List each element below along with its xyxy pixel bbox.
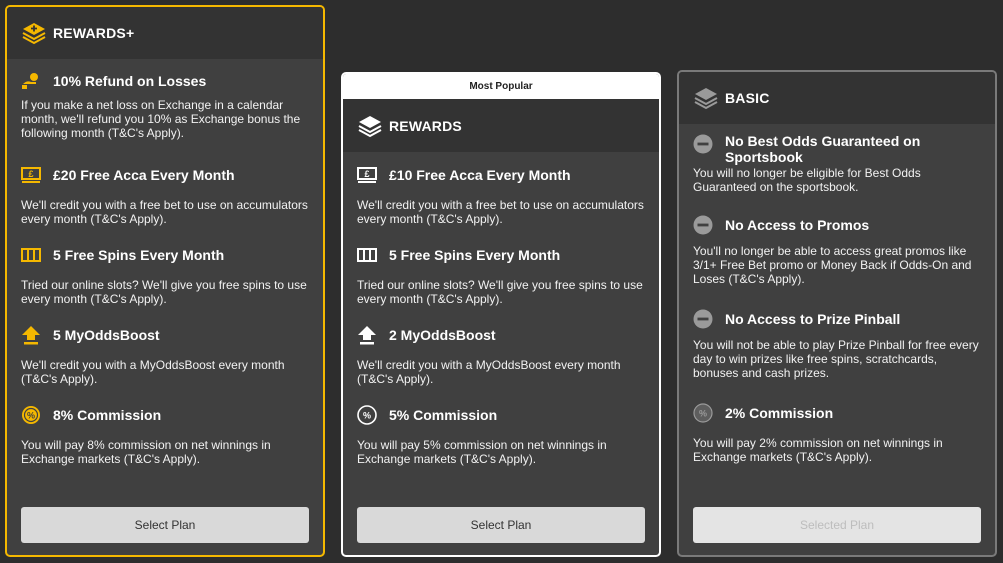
- plan-title: BASIC: [725, 90, 770, 106]
- feature-description: You'll no longer be able to access great…: [693, 244, 972, 286]
- minus-circle-icon: [693, 134, 713, 154]
- percent-icon: %: [357, 405, 377, 425]
- svg-text:£: £: [28, 169, 33, 179]
- refund-icon: [22, 73, 38, 89]
- select-plan-button[interactable]: Select Plan: [357, 507, 645, 543]
- feature-description: You will not be able to play Prize Pinba…: [693, 338, 979, 380]
- feature-title: No Access to Promos: [725, 217, 870, 233]
- feature-title: 8% Commission: [53, 407, 162, 423]
- minus-circle-icon: [693, 309, 713, 329]
- feature-title: No Access to Prize Pinball: [725, 311, 901, 327]
- plan-header: REWARDS+: [7, 7, 323, 59]
- feature-description: We'll credit you with a free bet to use …: [21, 198, 308, 226]
- percent-icon: %: [22, 406, 40, 424]
- cash-icon: £: [357, 167, 377, 183]
- plan-title: REWARDS: [389, 117, 462, 134]
- feature-title: No Best Odds Guaranteed on Sportsbook: [725, 133, 921, 165]
- feature-description: We'll credit you with a MyOddsBoost ever…: [357, 358, 621, 386]
- feature-description: Tried our online slots? We'll give you f…: [21, 278, 307, 306]
- svg-text:%: %: [699, 409, 707, 419]
- layers-icon: [22, 23, 46, 45]
- feature-description: We'll credit you with a free bet to use …: [357, 198, 644, 226]
- selected-plan-button: Selected Plan: [693, 507, 981, 543]
- most-popular-badge: Most Popular: [343, 74, 659, 99]
- feature-title: 5% Commission: [389, 407, 498, 423]
- minus-circle-icon: [693, 215, 713, 235]
- feature-description: We'll credit you with a MyOddsBoost ever…: [21, 358, 285, 386]
- plan-card-basic: BASIC No Best Odds Guaranteed on Sportsb…: [677, 70, 997, 557]
- feature-title: 2 MyOddsBoost: [389, 327, 496, 343]
- feature-title: £10 Free Acca Every Month: [389, 167, 571, 183]
- layers-icon: [358, 115, 382, 137]
- feature-description: You will pay 5% commission on net winnin…: [357, 438, 607, 466]
- feature-title: £20 Free Acca Every Month: [53, 167, 235, 183]
- percent-icon: %: [693, 403, 713, 423]
- feature-description: You will pay 8% commission on net winnin…: [21, 438, 271, 466]
- feature-description: If you make a net loss on Exchange in a …: [21, 98, 301, 140]
- plan-header: BASIC: [679, 72, 995, 124]
- slot-reels-icon: [357, 248, 377, 262]
- feature-title: 5 Free Spins Every Month: [389, 247, 561, 263]
- boost-arrow-icon: [358, 326, 376, 345]
- plan-header: REWARDS: [343, 99, 659, 152]
- layers-icon: [694, 88, 718, 110]
- plan-card-rewards: Most Popular REWARDS £ £10 Free Acca Eve…: [341, 72, 661, 557]
- feature-title: 2% Commission: [725, 405, 834, 421]
- boost-arrow-icon: [22, 326, 40, 345]
- plan-card-rewards-plus: REWARDS+ 10% Refund on Losses If you mak…: [5, 5, 325, 557]
- feature-title: 10% Refund on Losses: [53, 73, 207, 89]
- svg-text:%: %: [363, 411, 371, 421]
- plan-title: REWARDS+: [53, 25, 135, 41]
- feature-title: 5 MyOddsBoost: [53, 327, 160, 343]
- cash-icon: £: [21, 167, 41, 183]
- svg-text:£: £: [364, 169, 369, 179]
- feature-description: You will no longer be eligible for Best …: [693, 166, 921, 194]
- feature-description: Tried our online slots? We'll give you f…: [357, 278, 643, 306]
- slot-reels-icon: [21, 248, 41, 262]
- svg-text:%: %: [27, 411, 35, 421]
- feature-description: You will pay 2% commission on net winnin…: [693, 436, 943, 464]
- feature-title: 5 Free Spins Every Month: [53, 247, 225, 263]
- select-plan-button[interactable]: Select Plan: [21, 507, 309, 543]
